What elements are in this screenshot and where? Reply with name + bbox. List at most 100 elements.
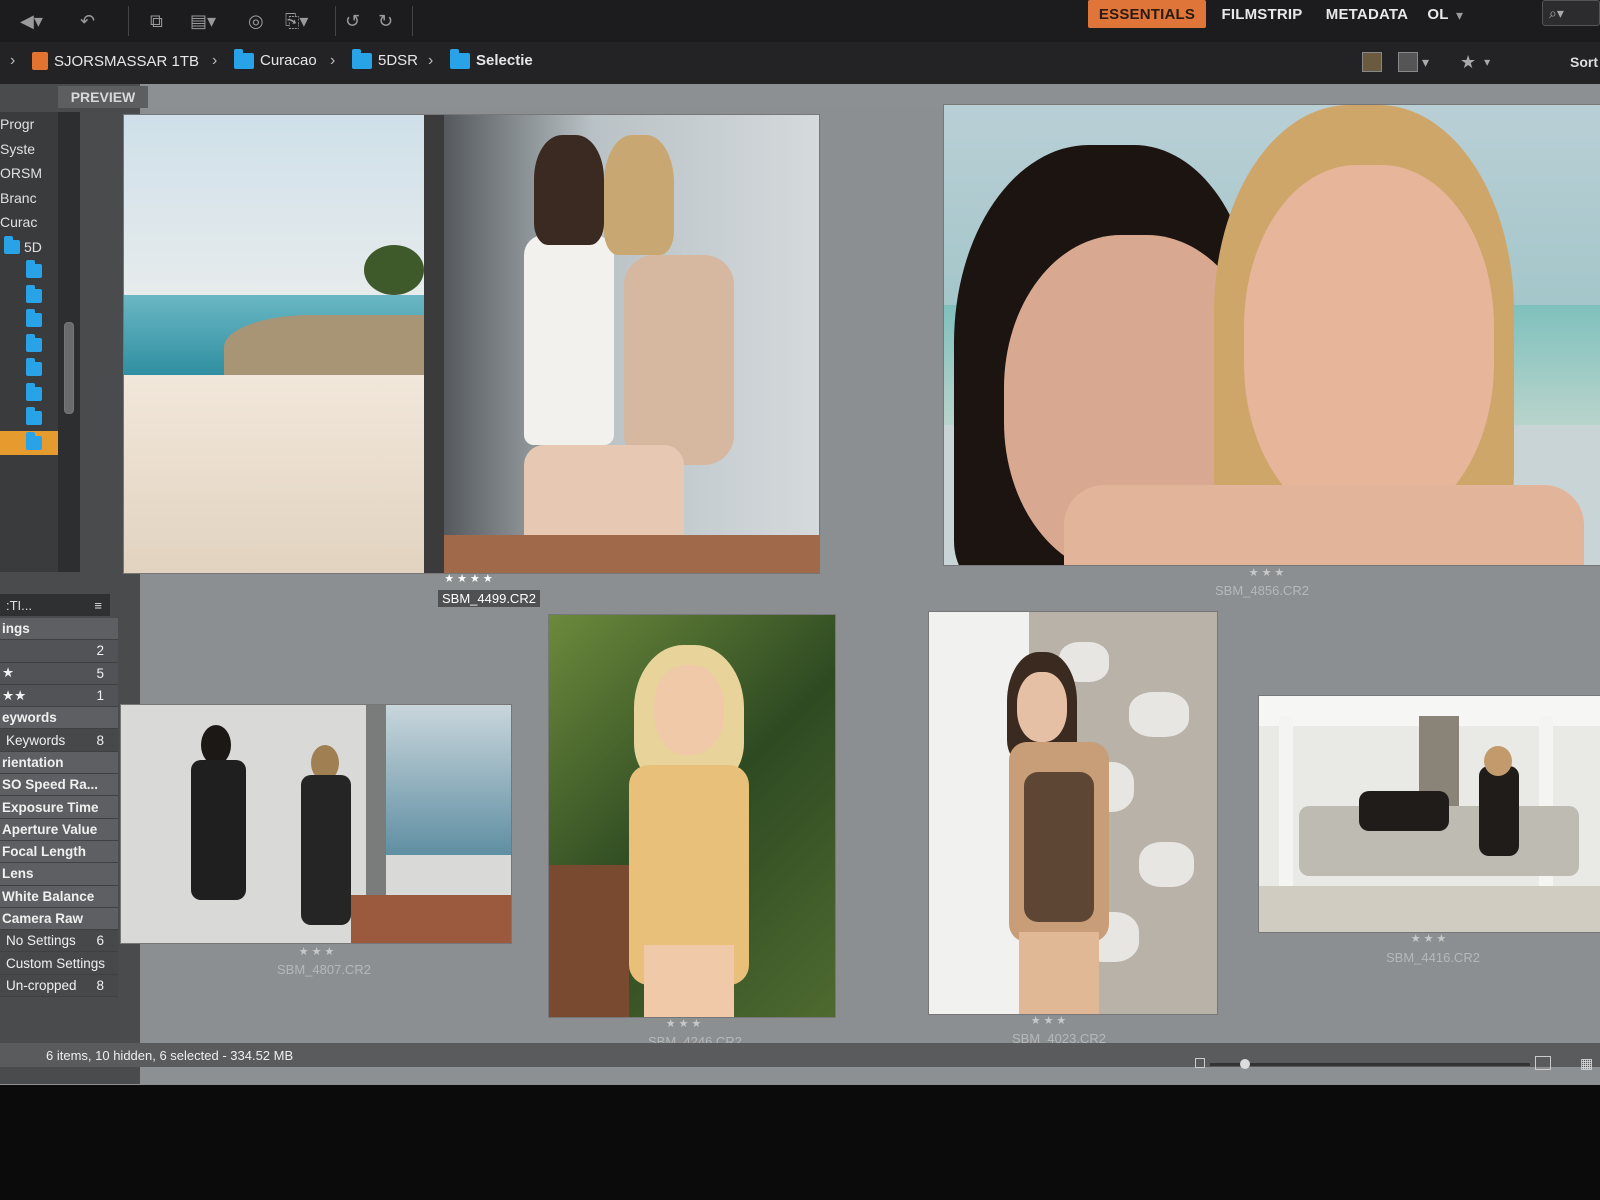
thumbnail-size-slider[interactable]	[1210, 1063, 1530, 1066]
filter-count: 1	[96, 688, 104, 704]
rating-stars[interactable]: ★★★	[1390, 932, 1470, 945]
filter-count: 6	[96, 933, 104, 949]
rotate-left-icon[interactable]: ↺	[345, 8, 360, 34]
folder-icon	[26, 309, 42, 328]
folder-icon	[4, 235, 20, 254]
folder-tree-item[interactable]: Curac	[0, 210, 58, 235]
workspace-essentials[interactable]: ESSENTIALS	[1088, 0, 1206, 28]
thumbnail-image[interactable]	[548, 614, 836, 1018]
filter-row[interactable]: Exposure Time	[0, 796, 118, 819]
rating-filter[interactable]: ★ ▾	[1460, 50, 1490, 74]
filter-count: 2	[96, 643, 104, 659]
large-thumb-icon[interactable]	[1535, 1056, 1551, 1070]
thumbnail-image[interactable]	[928, 611, 1218, 1015]
filter-row[interactable]: White Balance	[0, 885, 118, 908]
thumbnail-quality-control[interactable]	[1362, 50, 1382, 74]
breadcrumb-label: SJORSMASSAR 1TB	[54, 52, 200, 70]
breadcrumb-5dsr[interactable]: 5DSR	[352, 48, 418, 69]
breadcrumb-label: Selectie	[476, 52, 533, 69]
search-input[interactable]: ⌕▾	[1542, 0, 1600, 26]
filter-row[interactable]: Camera Raw	[0, 907, 118, 931]
list-view-icon	[1398, 52, 1418, 72]
folder-icon	[26, 407, 42, 426]
workspace-filmstrip[interactable]: FILMSTRIP	[1214, 0, 1310, 28]
workspace-metadata[interactable]: METADATA	[1318, 0, 1416, 28]
filter-row[interactable]: SO Speed Ra...	[0, 774, 118, 797]
folder-tree-item-5d[interactable]: 5D	[0, 235, 58, 260]
camera-import-icon[interactable]: ⧉	[150, 8, 163, 34]
folder-icon	[26, 358, 42, 377]
folder-tree-item[interactable]	[0, 259, 58, 284]
folder-icon	[26, 333, 42, 352]
filter-count: 5	[96, 665, 104, 681]
rating-stars[interactable]: ★★★	[1010, 1014, 1090, 1027]
thumbnail-image[interactable]	[120, 704, 512, 944]
filter-label: Aperture Value	[2, 821, 98, 837]
filter-row[interactable]: eywords	[0, 707, 118, 730]
filter-row[interactable]: ★★ 1	[0, 684, 118, 708]
thumbnail-image[interactable]	[1258, 695, 1600, 933]
slider-handle[interactable]	[1240, 1059, 1250, 1069]
filter-row[interactable]: 2	[0, 640, 118, 663]
filter-row[interactable]: No Settings 6	[0, 930, 118, 953]
thumbnail-image[interactable]	[123, 114, 820, 574]
folder-tree-item[interactable]: Branc	[0, 186, 58, 211]
filter-label: Custom Settings	[6, 955, 106, 971]
filter-label: ★	[2, 665, 15, 681]
filter-row[interactable]: Focal Length	[0, 840, 118, 864]
small-thumb-icon[interactable]	[1195, 1058, 1205, 1068]
filter-row[interactable]: rientation	[0, 751, 118, 775]
thumbnail-filename[interactable]: SBM_4807.CR2	[277, 962, 371, 977]
path-bar: › SJORSMASSAR 1TB › Curacao › 5DSR › Sel…	[0, 42, 1600, 84]
filter-row[interactable]: Un-cropped 8	[0, 974, 118, 998]
filter-label: Un-cropped	[6, 977, 77, 993]
breadcrumb-selectie[interactable]: Selectie	[450, 48, 533, 69]
filter-row[interactable]: ings	[0, 618, 118, 641]
rotate-right-icon[interactable]: ↻	[378, 8, 393, 34]
filter-row[interactable]: ★ 5	[0, 662, 118, 685]
boomerang-icon[interactable]: ↶	[80, 8, 95, 34]
filter-row[interactable]: Keywords 8	[0, 729, 118, 752]
rating-stars[interactable]: ★★★	[645, 1017, 725, 1030]
folder-tree-item-selected[interactable]	[0, 430, 58, 455]
thumbnail-filename[interactable]: SBM_4416.CR2	[1386, 950, 1480, 965]
folder-tree-item[interactable]	[0, 382, 58, 407]
filter-list: ings 2 ★ 5 ★★ 1 eywords Keywords 8 rientation SO S…	[0, 618, 118, 998]
filter-label: ings	[2, 621, 30, 637]
breadcrumb-label: Curacao	[260, 52, 317, 69]
refine-icon[interactable]: ▤▾	[190, 8, 216, 34]
filter-row[interactable]: Custom Settings	[0, 952, 118, 975]
filter-panel-tab[interactable]: :TI... ≡	[0, 594, 110, 616]
breadcrumb-drive[interactable]: SJORSMASSAR 1TB	[32, 52, 199, 70]
tab-preview[interactable]: PREVIEW	[58, 86, 148, 108]
filter-row[interactable]: Aperture Value	[0, 818, 118, 841]
back-icon[interactable]: ◀▾	[20, 8, 43, 34]
thumbnail-image[interactable]	[943, 104, 1600, 566]
folder-tree-item[interactable]	[0, 406, 58, 431]
monitor-bezel	[0, 1085, 1600, 1200]
folder-tree-item[interactable]	[0, 333, 58, 358]
sort-button[interactable]: Sort	[1570, 50, 1598, 74]
thumbnail-filename[interactable]: SBM_4856.CR2	[1215, 583, 1309, 598]
thumbnail-filename[interactable]: SBM_4499.CR2	[438, 590, 540, 607]
folder-tree-scrollbar[interactable]	[58, 112, 80, 572]
rating-stars[interactable]: ★★★	[1228, 566, 1308, 579]
rating-stars[interactable]: ★★★	[278, 945, 358, 958]
open-in-camera-raw-icon[interactable]: ◎	[248, 8, 264, 34]
folder-tree-item[interactable]: Syste	[0, 137, 58, 162]
output-icon[interactable]: ⎘▾	[285, 8, 308, 34]
view-mode-control[interactable]: ▾	[1398, 50, 1429, 74]
folder-tree-item[interactable]	[0, 284, 58, 309]
breadcrumb-curacao[interactable]: Curacao	[234, 48, 317, 69]
folder-tree-item[interactable]	[0, 357, 58, 382]
panel-menu-icon[interactable]: ≡	[94, 598, 102, 613]
workspace-menu-chevron-icon[interactable]: ▾	[1456, 2, 1463, 28]
filter-row[interactable]: Lens	[0, 863, 118, 886]
hard-drive-icon	[32, 52, 48, 70]
folder-tree-item[interactable]	[0, 308, 58, 333]
grid-lock-icon[interactable]: ▦	[1580, 1055, 1593, 1072]
folder-tree-item[interactable]: Progr	[0, 112, 58, 137]
workspace-output[interactable]: OL	[1424, 0, 1452, 28]
rating-stars[interactable]: ★★★★	[430, 572, 510, 585]
folder-tree-item[interactable]: ORSM	[0, 161, 58, 186]
